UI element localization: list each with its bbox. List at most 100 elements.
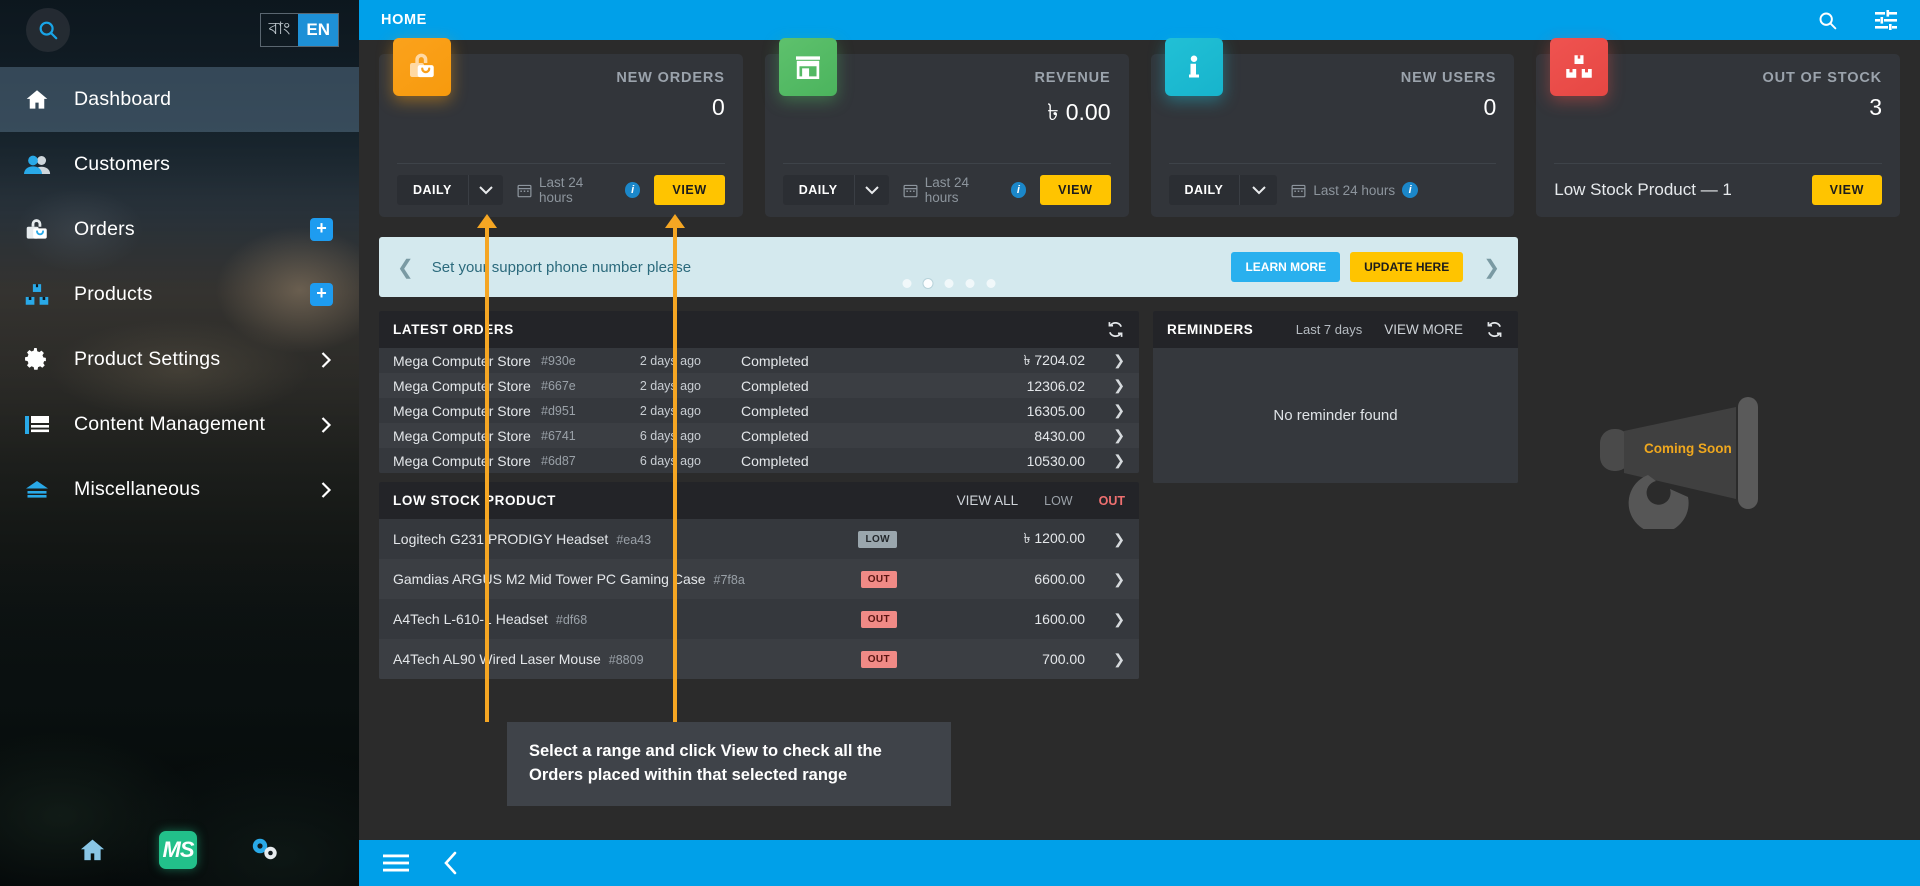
chevron-down-icon[interactable] [1239,175,1277,205]
order-time: 2 days ago [639,378,701,393]
table-row[interactable]: Mega Computer Store #d951 2 days ago Com… [379,398,1139,423]
reminders-range: Last 7 days [1295,322,1363,337]
card-value-number: 0.00 [1065,99,1111,125]
table-row[interactable]: Mega Computer Store #667e 2 days ago Com… [379,373,1139,398]
chevron-right-icon[interactable]: ❯ [1107,402,1125,419]
footer-home-icon[interactable] [78,836,107,865]
sidebar-item-products[interactable]: Products + [0,262,359,327]
chevron-right-icon[interactable]: ❯ [1107,651,1125,668]
language-toggle[interactable]: বাং EN [259,12,339,47]
content: NEW ORDERS 0 DAILY Last 24 hours i VIEW … [359,38,1920,679]
product-price: 6600.00 [897,571,1107,587]
chevron-right-icon[interactable]: ❯ [1107,571,1125,588]
callout-arrow-head-left [477,214,497,228]
out-filter-link[interactable]: OUT [1099,494,1125,508]
sidebar-item-orders[interactable]: Orders + [0,197,359,262]
content-icon [24,413,58,437]
range-info-revenue: Last 24 hours i [903,175,1027,205]
sidebar-item-label: Miscellaneous [74,478,201,500]
product-price-value: 1600.00 [1034,611,1085,627]
chevron-right-icon [320,350,333,370]
status-badge: OUT [860,570,897,588]
status-badge: OUT [860,610,897,628]
list-item[interactable]: A4Tech AL90 Wired Laser Mouse #8809 OUT 7… [379,639,1139,679]
range-info-new-orders: Last 24 hours i [517,175,641,205]
banner-dot[interactable] [965,279,974,288]
chevron-down-icon[interactable] [853,175,889,205]
low-filter-link[interactable]: LOW [1044,494,1072,508]
banner-dot[interactable] [944,279,953,288]
view-button-out-of-stock[interactable]: VIEW [1811,175,1882,205]
range-select-new-orders[interactable]: DAILY [397,175,503,205]
view-more-link[interactable]: VIEW MORE [1384,322,1463,337]
shopping-bag-icon [393,38,451,96]
refresh-icon[interactable] [1485,320,1504,339]
misc-icon [24,478,58,502]
topbar-search-icon[interactable] [1817,10,1838,31]
gears-icon[interactable] [249,836,281,864]
filter-list-icon[interactable] [1874,10,1898,30]
table-row[interactable]: Mega Computer Store #930e 2 days ago Com… [379,348,1139,373]
info-icon[interactable]: i [1010,182,1027,198]
sidebar-item-miscellaneous[interactable]: Miscellaneous [0,457,359,522]
view-button-revenue[interactable]: VIEW [1040,175,1111,205]
hamburger-menu-icon[interactable] [383,853,409,873]
back-chevron-icon[interactable] [443,850,459,876]
callout-arrow-line-left [485,228,489,722]
chevron-down-icon[interactable] [467,175,503,205]
list-item[interactable]: Gamdias ARGUS M2 Mid Tower PC Gaming Cas… [379,559,1139,599]
range-select-revenue[interactable]: DAILY [782,175,889,205]
topbar: HOME [359,0,1920,40]
learn-more-button[interactable]: LEARN MORE [1231,252,1341,282]
language-option-bn[interactable]: বাং [261,14,299,46]
status-badge: LOW [858,530,897,548]
list-item[interactable]: Logitech G231 PRODIGY Headset #ea43 LOW ৳… [379,519,1139,559]
card-value-number: 0 [1483,94,1497,120]
info-icon[interactable]: i [624,182,641,198]
order-store: Mega Computer Store [393,352,531,369]
product-name: Gamdias ARGUS M2 Mid Tower PC Gaming Cas… [393,571,706,587]
sidebar-item-dashboard[interactable]: Dashboard [0,67,359,132]
order-id: #d951 [541,403,576,418]
sidebar-item-product-settings[interactable]: Product Settings [0,327,359,392]
view-all-link[interactable]: VIEW ALL [957,493,1019,508]
chevron-right-icon[interactable]: ❯ [1107,352,1125,369]
sidebar-header: বাং EN [0,0,359,59]
sidebar-item-customers[interactable]: Customers [0,132,359,197]
sidebar-add-product-button[interactable]: + [310,283,333,306]
order-amount: 16305.00 [919,403,1107,419]
banner-dot-active[interactable] [923,279,932,288]
currency-symbol: ৳ [1023,351,1031,368]
chevron-right-icon[interactable]: ❯ [1107,427,1125,444]
reminders-empty-state: No reminder found [1153,348,1518,483]
sidebar-search-button[interactable] [26,7,70,52]
table-row[interactable]: Mega Computer Store #6741 6 days ago Com… [379,423,1139,448]
sidebar-add-order-button[interactable]: + [310,218,333,241]
product-price: 700.00 [897,651,1107,667]
chevron-right-icon[interactable]: ❯ [1107,611,1125,628]
order-amount-value: 7204.02 [1034,351,1085,368]
order-store: Mega Computer Store [393,377,531,394]
view-button-new-orders[interactable]: VIEW [654,175,725,205]
banner-next-button[interactable]: ❯ [1473,255,1510,280]
refresh-icon[interactable] [1106,320,1125,339]
page-title: HOME [381,12,427,28]
range-select-new-users[interactable]: DAILY [1168,175,1278,205]
banner-prev-button[interactable]: ❮ [387,255,424,280]
banner-dot[interactable] [986,279,995,288]
chevron-right-icon[interactable]: ❯ [1107,452,1125,469]
chevron-right-icon[interactable]: ❯ [1107,531,1125,548]
chevron-right-icon[interactable]: ❯ [1107,377,1125,394]
sidebar-item-content-management[interactable]: Content Management [0,392,359,457]
language-option-en[interactable]: EN [298,13,338,46]
sidebar-footer: MS [0,814,359,886]
list-item[interactable]: A4Tech L-610-1 Headset #df68 OUT 1600.00 … [379,599,1139,639]
banner-dot[interactable] [902,279,911,288]
callout-arrow-line-right [673,228,677,722]
ms-logo[interactable]: MS [159,831,197,869]
info-icon[interactable]: i [1402,182,1419,198]
table-row[interactable]: Mega Computer Store #6d87 6 days ago Com… [379,448,1139,473]
product-price-value: 1200.00 [1034,530,1085,546]
update-here-button[interactable]: UPDATE HERE [1350,252,1464,282]
card-new-users: NEW USERS 0 DAILY Last 24 hours i [1150,38,1515,217]
